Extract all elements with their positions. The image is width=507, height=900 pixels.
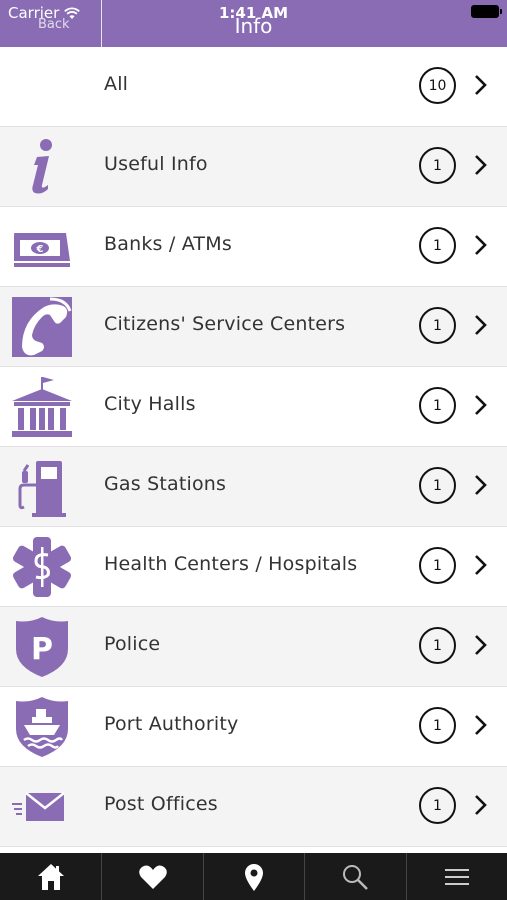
list-item-label: Citizens' Service Centers: [104, 313, 346, 335]
euro-banknote-icon: €: [10, 215, 74, 279]
chevron-right-icon: [475, 475, 487, 495]
count-badge: 10: [419, 67, 456, 104]
tab-menu[interactable]: [405, 853, 507, 900]
list-item-label: Gas Stations: [104, 473, 227, 495]
list-item-label: Post Offices: [104, 793, 218, 815]
ship-badge-icon: [10, 695, 74, 759]
list-item-label: Useful Info: [104, 153, 208, 175]
police-badge-icon: P: [10, 615, 74, 679]
chevron-right-icon: [475, 635, 487, 655]
home-icon: [37, 863, 64, 890]
list-item-label: Port Authority: [104, 713, 239, 735]
list-item-label: All: [104, 73, 129, 95]
count-badge: 1: [419, 547, 456, 584]
count-badge: 1: [419, 467, 456, 504]
list-item-useful-info[interactable]: Useful Info 1: [0, 127, 507, 207]
tab-map[interactable]: [202, 853, 304, 900]
list-item-port-authority[interactable]: Port Authority 1: [0, 687, 507, 767]
count-badge: 1: [419, 227, 456, 264]
gas-pump-icon: [10, 455, 74, 519]
list-item-city-halls[interactable]: City Halls 1: [0, 367, 507, 447]
count-badge: 1: [419, 147, 456, 184]
count-badge: 1: [419, 387, 456, 424]
count-badge: 1: [419, 707, 456, 744]
info-icon: [10, 135, 74, 199]
chevron-right-icon: [475, 155, 487, 175]
list-item-label: Health Centers / Hospitals: [104, 553, 358, 575]
chevron-right-icon: [475, 795, 487, 815]
chevron-right-icon: [475, 555, 487, 575]
list-item-label: Police: [104, 633, 161, 655]
chevron-right-icon: [475, 395, 487, 415]
tab-home[interactable]: [0, 853, 101, 900]
list-item-police[interactable]: P Police 1: [0, 607, 507, 687]
map-pin-icon: [244, 863, 263, 891]
heart-icon: [138, 865, 167, 889]
chevron-right-icon: [475, 235, 487, 255]
navigation-bar: Carrier 1:41 AM Back Info: [0, 0, 507, 47]
list-item-gas-stations[interactable]: Gas Stations 1: [0, 447, 507, 527]
list-item-all[interactable]: All 10: [0, 47, 507, 127]
envelope-icon: [10, 775, 74, 839]
category-list: All 10 Useful Info 1 € Banks / ATMs 1 Ci…: [0, 47, 507, 853]
page-title: Info: [234, 14, 273, 38]
list-item-banks-atms[interactable]: € Banks / ATMs 1: [0, 207, 507, 287]
list-item-label: City Halls: [104, 393, 196, 415]
search-icon: [343, 864, 369, 890]
count-badge: 1: [419, 787, 456, 824]
tab-bar: [0, 853, 507, 900]
chevron-right-icon: [475, 315, 487, 335]
menu-icon: [444, 868, 469, 885]
list-item-post-offices[interactable]: Post Offices 1: [0, 767, 507, 847]
list-item-label: Banks / ATMs: [104, 233, 232, 255]
phone-handset-icon: [10, 295, 74, 359]
count-badge: 1: [419, 627, 456, 664]
count-badge: 1: [419, 307, 456, 344]
medical-star-icon: [10, 535, 74, 599]
list-item-health-centers-hospitals[interactable]: Health Centers / Hospitals 1: [0, 527, 507, 607]
chevron-right-icon: [475, 715, 487, 735]
svg-text:€: €: [36, 244, 44, 255]
list-item-citizens-service-centers[interactable]: Citizens' Service Centers 1: [0, 287, 507, 367]
svg-text:P: P: [31, 632, 53, 667]
city-hall-icon: [10, 375, 74, 439]
chevron-right-icon: [475, 75, 487, 95]
tab-search[interactable]: [304, 853, 405, 900]
tab-favorites[interactable]: [101, 853, 202, 900]
